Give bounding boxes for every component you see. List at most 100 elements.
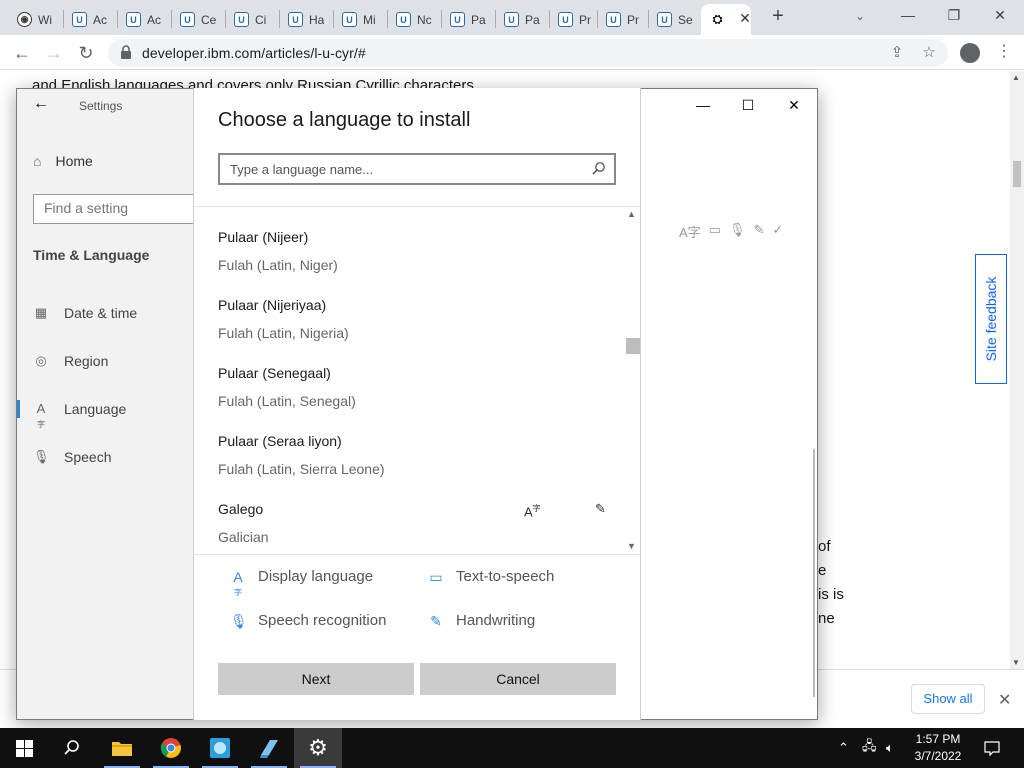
sidebar-item-label: Language bbox=[64, 401, 127, 417]
file-explorer-icon[interactable] bbox=[98, 728, 146, 768]
tab-search-chevron-icon[interactable]: ⌄ bbox=[855, 9, 865, 23]
tab-title: Wi bbox=[38, 12, 52, 27]
close-window-icon[interactable]: ✕ bbox=[990, 5, 1010, 25]
language-list-item[interactable]: Pulaar (Seraa liyon) Fulah (Latin, Sierr… bbox=[218, 433, 618, 495]
language-search-input[interactable] bbox=[220, 155, 580, 183]
language-native-name: Pulaar (Senegaal) bbox=[218, 365, 331, 381]
globe-icon: ◎ bbox=[35, 353, 47, 368]
new-tab-icon[interactable]: + bbox=[768, 6, 788, 26]
language-list-item[interactable]: Pulaar (Nijeriyaa) Fulah (Latin, Nigeria… bbox=[218, 297, 618, 359]
tab-title: Se bbox=[678, 12, 693, 27]
browser-tab[interactable]: U Mi bbox=[333, 4, 376, 35]
tab-title: Nc bbox=[417, 12, 432, 27]
forward-arrow-icon[interactable]: → bbox=[43, 42, 65, 64]
scroll-down-arrow-icon[interactable]: ▼ bbox=[627, 541, 636, 551]
close-window-icon[interactable]: ✕ bbox=[786, 97, 802, 113]
tab-title: Ci bbox=[255, 12, 267, 27]
bookmark-star-icon[interactable]: ☆ bbox=[920, 44, 938, 62]
language-list-item[interactable]: Pulaar (Nijeer) Fulah (Latin, Niger) bbox=[218, 229, 618, 291]
settings-taskbar-icon[interactable]: ⚙ bbox=[294, 728, 342, 768]
legend-text-to-speech: ▭ Text-to-speech bbox=[428, 568, 554, 585]
search-icon[interactable] bbox=[48, 728, 96, 768]
address-bar[interactable]: developer.ibm.com/articles/l-u-cyr/# ⇪ ☆ bbox=[108, 39, 948, 67]
browser-tab[interactable]: U Ci bbox=[225, 4, 266, 35]
profile-avatar-icon[interactable] bbox=[960, 43, 980, 63]
tab-title: Ac bbox=[93, 12, 108, 27]
cancel-button[interactable]: Cancel bbox=[420, 663, 616, 695]
browser-tab[interactable]: U Nc bbox=[387, 4, 432, 35]
shield-icon: U bbox=[72, 12, 87, 27]
shield-icon: U bbox=[606, 12, 621, 27]
minimize-window-icon[interactable]: — bbox=[695, 97, 711, 113]
browser-tab[interactable]: U Pr bbox=[597, 4, 639, 35]
share-icon[interactable]: ⇪ bbox=[888, 44, 906, 62]
volume-icon[interactable]: 🔈︎ bbox=[886, 728, 894, 768]
back-arrow-icon[interactable]: ← bbox=[11, 42, 33, 64]
sidebar-item-speech[interactable]: 🎙︎ Speech bbox=[33, 445, 111, 469]
language-list-scroll-thumb[interactable] bbox=[626, 338, 640, 354]
article-text-fragment: e bbox=[818, 562, 827, 579]
close-download-bar-icon[interactable]: ✕ bbox=[998, 690, 1011, 710]
next-button[interactable]: Next bbox=[218, 663, 414, 695]
scroll-up-arrow-icon[interactable]: ▲ bbox=[627, 209, 636, 219]
browser-tab[interactable]: U Pa bbox=[495, 4, 540, 35]
spellcheck-icon: ✓ bbox=[772, 222, 784, 237]
browser-tab[interactable]: U Ac bbox=[63, 4, 107, 35]
language-list-scrollbar[interactable]: ▲ ▼ bbox=[624, 207, 640, 553]
show-all-button[interactable]: Show all bbox=[911, 684, 985, 714]
language-icon: A字 bbox=[36, 401, 46, 429]
language-english-name: Galician bbox=[218, 529, 269, 545]
network-icon[interactable]: 🖧︎ bbox=[862, 728, 877, 768]
sidebar-item-date-time[interactable]: ▦ Date & time bbox=[33, 301, 137, 325]
sidebar-item-language[interactable]: A字 Language bbox=[16, 397, 127, 429]
language-list-item[interactable]: Galego Galician A字 ✎ bbox=[218, 501, 618, 553]
divider bbox=[194, 554, 640, 555]
site-feedback-button[interactable]: Site feedback bbox=[975, 254, 1007, 384]
show-hidden-icons-chevron-icon[interactable]: ⌃ bbox=[838, 728, 849, 768]
notification-icon[interactable] bbox=[984, 728, 1000, 768]
browser-tab[interactable]: U Ac bbox=[117, 4, 161, 35]
restore-window-icon[interactable]: ❐ bbox=[944, 5, 964, 25]
close-tab-icon[interactable]: ✕ bbox=[737, 10, 753, 26]
start-button[interactable] bbox=[0, 728, 48, 768]
handwriting-icon: ✎ bbox=[595, 501, 606, 516]
gear-icon: ⚙ bbox=[308, 735, 328, 760]
browser-tab[interactable]: U Pa bbox=[441, 4, 486, 35]
home-link[interactable]: ⌂ Home bbox=[33, 153, 93, 169]
page-scrollbar[interactable]: ▲ ▼ bbox=[1010, 71, 1024, 669]
browser-tab[interactable]: U Ce bbox=[171, 4, 216, 35]
browser-tab[interactable]: ◉ Wi bbox=[8, 4, 52, 35]
language-english-name: Fulah (Latin, Sierra Leone) bbox=[218, 461, 385, 477]
back-arrow-icon[interactable]: ← bbox=[33, 95, 49, 113]
chrome-icon[interactable] bbox=[147, 728, 195, 768]
page-scroll-thumb[interactable] bbox=[1013, 161, 1021, 187]
settings-sidebar: ← Settings ⌂ Home Find a setting Time & … bbox=[16, 89, 203, 719]
more-menu-icon[interactable]: ⋮ bbox=[996, 41, 1012, 63]
search-icon bbox=[592, 162, 605, 175]
system-clock[interactable]: 1:57 PM 3/7/2022 bbox=[908, 731, 968, 765]
shield-icon: U bbox=[342, 12, 357, 27]
app-icon[interactable] bbox=[196, 728, 244, 768]
tab-title: Ha bbox=[309, 12, 325, 27]
notepad-icon[interactable] bbox=[245, 728, 293, 768]
shield-icon: U bbox=[234, 12, 249, 27]
browser-tab-strip: ◉ Wi U Ac U Ac U Ce U Ci U Ha U Mi U Nc … bbox=[0, 0, 1024, 35]
maximize-window-icon[interactable]: ☐ bbox=[740, 97, 756, 113]
shield-icon: U bbox=[396, 12, 411, 27]
browser-tab[interactable]: U Se bbox=[648, 4, 693, 35]
browser-tab[interactable]: U Ha bbox=[279, 4, 324, 35]
scroll-up-arrow-icon[interactable]: ▲ bbox=[1012, 73, 1020, 82]
reload-icon[interactable]: ↻ bbox=[75, 42, 97, 64]
scroll-down-arrow-icon[interactable]: ▼ bbox=[1012, 658, 1020, 667]
sidebar-item-region[interactable]: ◎ Region bbox=[33, 349, 108, 373]
tab-title: Ac bbox=[147, 12, 162, 27]
text-to-speech-icon: ▭ bbox=[429, 568, 443, 585]
find-setting-input[interactable]: Find a setting bbox=[33, 194, 203, 224]
settings-scrollbar[interactable] bbox=[813, 449, 815, 697]
browser-tab[interactable]: U Pr bbox=[549, 4, 591, 35]
minimize-window-icon[interactable]: — bbox=[898, 5, 918, 25]
site-feedback-label: Site feedback bbox=[983, 276, 999, 362]
language-list-item[interactable]: Pulaar (Senegaal) Fulah (Latin, Senegal) bbox=[218, 365, 618, 427]
language-search-box[interactable] bbox=[218, 153, 616, 185]
tab-title: Pr bbox=[627, 12, 639, 27]
